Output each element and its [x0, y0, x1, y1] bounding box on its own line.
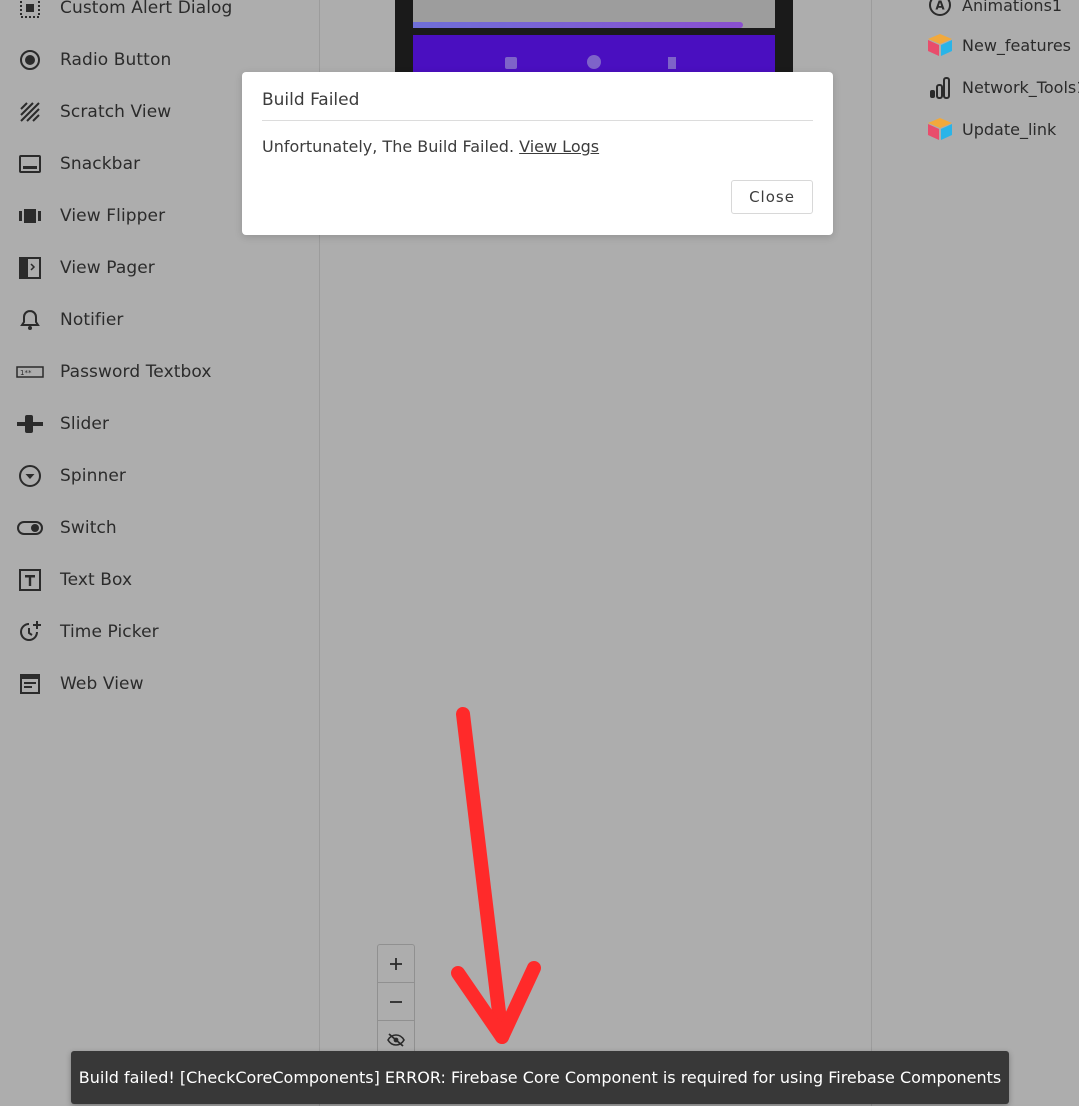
password-textbox-icon: 1**	[16, 358, 44, 386]
home-icon	[587, 55, 601, 69]
switch-icon	[16, 514, 44, 542]
palette-item-web-view[interactable]: Web View	[0, 664, 319, 704]
palette-item-label: Spinner	[60, 466, 127, 486]
radio-button-icon	[16, 46, 44, 74]
extension-cube-icon	[925, 30, 955, 60]
error-snackbar: Build failed! [CheckCoreComponents] ERRO…	[71, 1051, 1009, 1104]
extension-label: Update_link	[962, 119, 1057, 139]
extension-item-new-features[interactable]: New_features	[872, 27, 1079, 63]
palette-item-notifier[interactable]: Notifier	[0, 300, 319, 340]
signal-bars-icon	[925, 72, 955, 102]
eye-off-icon	[387, 1032, 405, 1047]
svg-text:A: A	[935, 0, 945, 13]
dialog-message-text: Unfortunately, The Build Failed.	[262, 137, 515, 156]
text-box-icon	[16, 566, 44, 594]
palette-item-label: Custom Alert Dialog	[60, 0, 233, 18]
scratch-view-icon	[16, 98, 44, 126]
plus-icon	[390, 957, 402, 970]
palette-item-label: Time Picker	[60, 622, 159, 642]
palette-item-label: Notifier	[60, 310, 124, 330]
dialog-title: Build Failed	[262, 90, 360, 110]
view-pager-icon	[16, 254, 44, 282]
palette-item-spinner[interactable]: Spinner	[0, 456, 319, 496]
zoom-controls	[377, 944, 415, 1058]
palette-item-label: Switch	[60, 518, 117, 538]
custom-alert-dialog-icon	[16, 0, 44, 22]
minus-icon	[390, 1000, 402, 1003]
web-view-icon	[16, 670, 44, 698]
recents-icon	[668, 57, 676, 69]
palette-item-label: View Flipper	[60, 206, 166, 226]
palette-item-label: Web View	[60, 674, 144, 694]
palette-item-label: Scratch View	[60, 102, 172, 122]
phone-preview[interactable]	[395, 0, 793, 80]
palette-item-time-picker[interactable]: Time Picker	[0, 612, 319, 652]
phone-screen	[413, 0, 775, 28]
extension-cube-icon	[925, 114, 955, 144]
palette-item-custom-alert-dialog[interactable]: Custom Alert Dialog	[0, 0, 319, 28]
phone-progress-bar	[413, 22, 743, 28]
extension-item-update-link[interactable]: Update_link	[872, 111, 1079, 147]
palette-item-label: Text Box	[60, 570, 133, 590]
palette-item-label: Password Textbox	[60, 362, 212, 382]
spinner-icon	[16, 462, 44, 490]
palette-item-slider[interactable]: Slider	[0, 404, 319, 444]
close-button[interactable]: Close	[731, 180, 813, 214]
palette-item-view-pager[interactable]: View Pager	[0, 248, 319, 288]
extension-item-network-tools1[interactable]: Network_Tools1	[872, 69, 1079, 105]
palette-item-label: View Pager	[60, 258, 155, 278]
extension-label: New_features	[962, 35, 1071, 55]
palette-item-password-textbox[interactable]: 1** Password Textbox	[0, 352, 319, 392]
palette-item-text-box[interactable]: Text Box	[0, 560, 319, 600]
bell-icon	[16, 306, 44, 334]
time-picker-icon	[16, 618, 44, 646]
extension-label: Animations1	[962, 0, 1063, 15]
palette-item-label: Snackbar	[60, 154, 141, 174]
palette-item-label: Radio Button	[60, 50, 172, 70]
palette-item-switch[interactable]: Switch	[0, 508, 319, 548]
extension-item-animations1[interactable]: A Animations1	[872, 0, 1079, 23]
animation-icon: A	[925, 0, 955, 20]
build-failed-dialog: Build Failed Unfortunately, The Build Fa…	[242, 72, 833, 235]
snackbar-icon	[16, 150, 44, 178]
dialog-message: Unfortunately, The Build Failed. View Lo…	[262, 137, 599, 156]
extension-label: Network_Tools1	[962, 77, 1079, 97]
zoom-in-button[interactable]	[378, 945, 414, 982]
slider-icon	[16, 410, 44, 438]
svg-text:1**: 1**	[20, 369, 32, 377]
back-icon	[505, 57, 517, 69]
zoom-out-button[interactable]	[378, 983, 414, 1020]
view-logs-link[interactable]: View Logs	[519, 137, 599, 156]
view-flipper-icon	[16, 202, 44, 230]
extensions-panel: A Animations1 New_features Network_Tools…	[871, 0, 1079, 1106]
palette-item-label: Slider	[60, 414, 110, 434]
snackbar-message: Build failed! [CheckCoreComponents] ERRO…	[78, 1068, 1002, 1087]
dialog-divider	[262, 120, 813, 121]
